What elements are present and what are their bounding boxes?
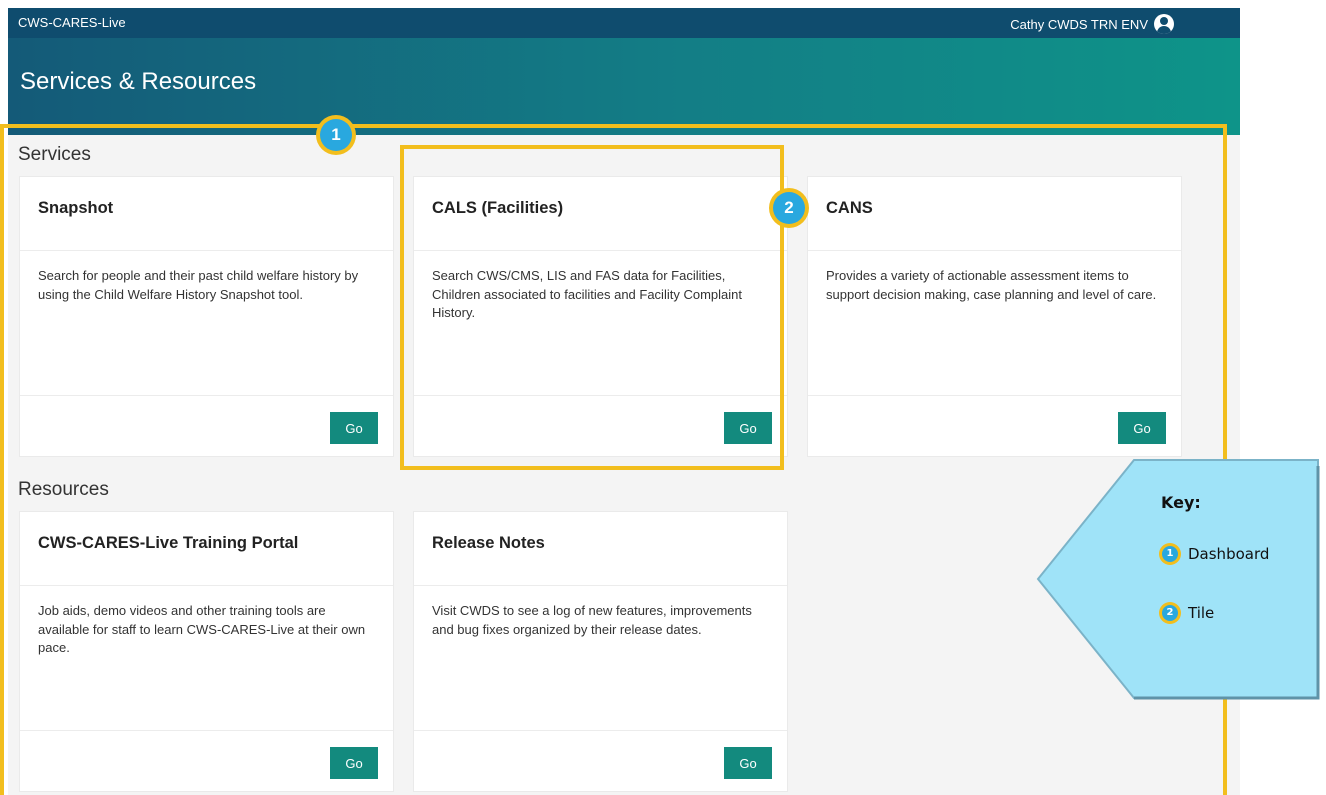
- badge-2-number: 2: [773, 192, 805, 224]
- tile-footer: Go: [414, 731, 787, 791]
- key-label: Tile: [1188, 604, 1215, 622]
- user-name[interactable]: Cathy CWDS TRN ENV: [1010, 17, 1148, 32]
- cals-go-button[interactable]: Go: [724, 412, 772, 444]
- badge-2: 2: [769, 188, 809, 228]
- tile-description: Provides a variety of actionable assessm…: [808, 251, 1181, 396]
- app-name[interactable]: CWS-CARES-Live: [18, 15, 126, 30]
- page-title: Services & Resources: [20, 68, 257, 95]
- tile-release-notes: Release Notes Visit CWDS to see a log of…: [413, 511, 788, 792]
- tile-description: Search CWS/CMS, LIS and FAS data for Fac…: [414, 251, 787, 396]
- tile-cals-facilities: CALS (Facilities) Search CWS/CMS, LIS an…: [413, 176, 788, 457]
- tile-title: CALS (Facilities): [414, 177, 787, 251]
- tile-training-portal: CWS-CARES-Live Training Portal Job aids,…: [19, 511, 394, 792]
- tile-description: Visit CWDS to see a log of new features,…: [414, 586, 787, 731]
- user-menu[interactable]: Cathy CWDS TRN ENV: [1010, 14, 1174, 34]
- cans-go-button[interactable]: Go: [1118, 412, 1166, 444]
- tile-title: Snapshot: [20, 177, 393, 251]
- tile-footer: Go: [20, 396, 393, 456]
- snapshot-go-button[interactable]: Go: [330, 412, 378, 444]
- key-item-dashboard: 1 Dashboard: [1159, 543, 1269, 565]
- tile-footer: Go: [808, 396, 1181, 456]
- page-header: Services & Resources: [8, 38, 1240, 135]
- tile-title: CANS: [808, 177, 1181, 251]
- key-badge-1-number: 1: [1162, 546, 1178, 562]
- key-item-tile: 2 Tile: [1159, 602, 1214, 624]
- top-bar: CWS-CARES-Live Cathy CWDS TRN ENV: [8, 8, 1240, 38]
- key-badge-1: 1: [1159, 543, 1181, 565]
- resources-section-title: Resources: [18, 479, 109, 500]
- key-badge-2: 2: [1159, 602, 1181, 624]
- services-section-title: Services: [18, 144, 91, 165]
- key-label: Dashboard: [1188, 545, 1270, 563]
- tile-title: Release Notes: [414, 512, 787, 586]
- key-badge-2-number: 2: [1162, 605, 1178, 621]
- badge-1: 1: [316, 115, 356, 155]
- tile-description: Job aids, demo videos and other training…: [20, 586, 393, 731]
- release-notes-go-button[interactable]: Go: [724, 747, 772, 779]
- training-portal-go-button[interactable]: Go: [330, 747, 378, 779]
- tile-snapshot: Snapshot Search for people and their pas…: [19, 176, 394, 457]
- user-circle-icon[interactable]: [1154, 14, 1174, 34]
- tile-cans: CANS Provides a variety of actionable as…: [807, 176, 1182, 457]
- tile-description: Search for people and their past child w…: [20, 251, 393, 396]
- key-title: Key:: [1161, 493, 1201, 512]
- tile-title: CWS-CARES-Live Training Portal: [20, 512, 393, 586]
- badge-1-number: 1: [320, 119, 352, 151]
- tile-footer: Go: [20, 731, 393, 791]
- tile-footer: Go: [414, 396, 787, 456]
